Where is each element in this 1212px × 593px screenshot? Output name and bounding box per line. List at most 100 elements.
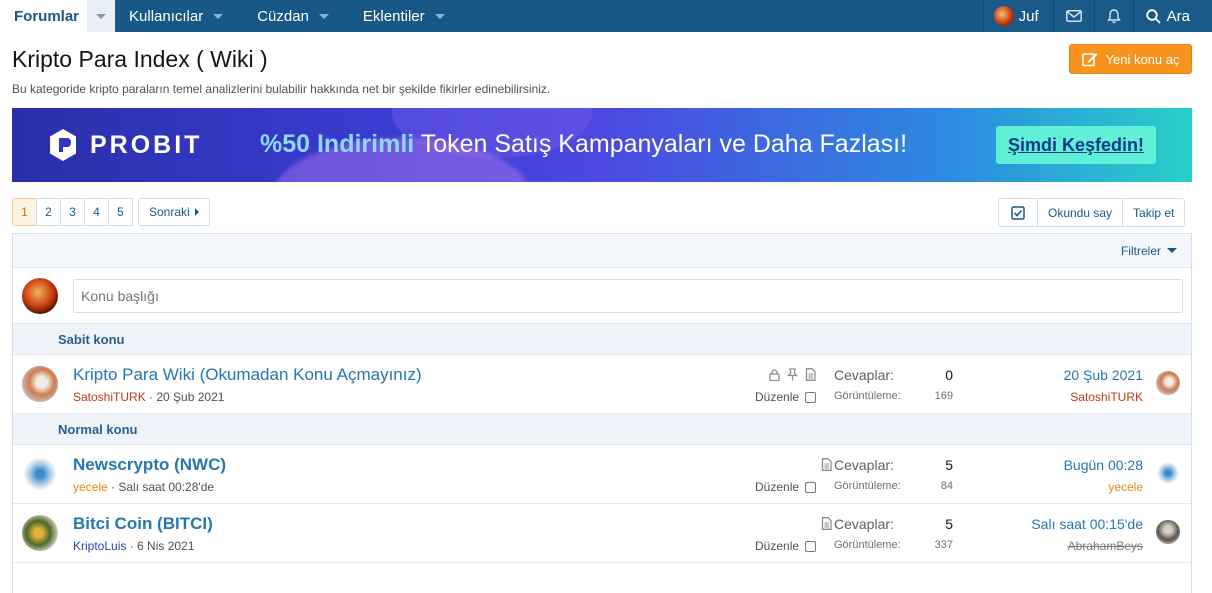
section-sticky: Sabit konu	[13, 324, 1191, 355]
envelope-icon	[1065, 10, 1082, 22]
page-link-5[interactable]: 5	[108, 198, 133, 226]
tab-eklentiler[interactable]: Eklentiler	[349, 0, 465, 32]
banner-headline-text: Token Satış Kampanyaları ve Daha Fazlası…	[414, 130, 908, 158]
filters-button[interactable]: Filtreler	[1121, 244, 1161, 258]
select-checkbox[interactable]	[805, 481, 817, 493]
select-checkbox[interactable]	[805, 540, 817, 552]
avatar[interactable]	[22, 515, 58, 551]
thread-meta: yecele · Salı saat 00:28'de	[73, 480, 214, 494]
thread-title-input[interactable]	[73, 278, 1183, 313]
edit-label: Düzenle	[755, 390, 800, 404]
username: Juf	[1018, 7, 1039, 25]
next-page-label: Sonraki	[149, 205, 190, 219]
search-button[interactable]: Ara	[1132, 0, 1212, 32]
new-thread-label: Yeni konu aç	[1105, 51, 1180, 67]
views-label: Görüntüleme:	[834, 539, 901, 551]
last-post-user[interactable]: AbrahamBeys	[1068, 539, 1143, 553]
chevron-down-icon[interactable]	[87, 0, 116, 32]
page-link-1[interactable]: 1	[12, 198, 37, 226]
search-icon	[1145, 8, 1161, 24]
avatar[interactable]	[1156, 461, 1180, 485]
avatar	[993, 6, 1014, 26]
last-post-date[interactable]: Salı saat 00:15'de	[1031, 516, 1143, 532]
views-count: 84	[940, 480, 953, 492]
tab-kullanicilar[interactable]: Kullanıcılar	[115, 0, 243, 32]
chevron-down-icon[interactable]	[309, 13, 339, 19]
lock-icon	[769, 369, 780, 381]
ad-banner[interactable]: PROBIT %50 Indirimli Token Satış Kampany…	[12, 108, 1192, 182]
section-normal: Normal konu	[13, 414, 1191, 445]
select-threads-button[interactable]	[999, 199, 1037, 226]
tab-forumlar[interactable]: Forumlar	[0, 0, 116, 32]
pagination: 1 2 3 4 5 Sonraki	[12, 198, 210, 226]
follow-button[interactable]: Takip et	[1122, 199, 1184, 226]
mark-read-button[interactable]: Okundu say	[1037, 199, 1122, 226]
search-label: Ara	[1166, 7, 1190, 25]
select-checkbox[interactable]	[805, 391, 817, 403]
page-link-2[interactable]: 2	[36, 198, 61, 226]
chevron-down-icon	[1167, 248, 1177, 253]
thread-title[interactable]: Kripto Para Wiki (Okumadan Konu Açmayını…	[73, 365, 422, 385]
banner-brand: PROBIT	[90, 130, 203, 159]
pin-icon	[787, 368, 798, 381]
tab-cuzdan[interactable]: Cüzdan	[243, 0, 349, 32]
tab-eklentiler-label: Eklentiler	[362, 7, 425, 25]
thread-status-icons	[768, 368, 817, 381]
alerts-button[interactable]	[1093, 0, 1133, 32]
chevron-down-icon[interactable]	[425, 13, 455, 19]
table-row: Newscrypto (NWC) yecele · Salı saat 00:2…	[13, 445, 1191, 504]
replies-label: Cevaplar:	[834, 516, 894, 532]
page-link-4[interactable]: 4	[84, 198, 109, 226]
thread-author[interactable]: yecele	[73, 480, 108, 494]
banner-headline: %50 Indirimli Token Satış Kampanyaları v…	[260, 130, 907, 159]
avatar[interactable]	[1156, 520, 1180, 544]
check-square-icon	[1011, 205, 1025, 220]
thread-author[interactable]: SatoshiTURK	[73, 390, 146, 404]
top-nav: Forumlar Kullanıcılar Cüzdan Eklentiler …	[0, 0, 1212, 32]
replies-count: 5	[945, 516, 953, 532]
chevron-right-icon	[194, 208, 199, 216]
views-label: Görüntüleme:	[834, 480, 901, 492]
views-count: 169	[934, 390, 953, 402]
next-page-button[interactable]: Sonraki	[138, 198, 210, 226]
last-post-user[interactable]: SatoshiTURK	[1070, 390, 1143, 404]
edit-label: Düzenle	[755, 539, 800, 553]
table-row: Bitci Coin (BITCI) KriptoLuis · 6 Nis 20…	[13, 504, 1191, 563]
thread-date: · 6 Nis 2021	[126, 539, 195, 553]
edit-toggle[interactable]: Düzenle	[755, 390, 817, 404]
banner-highlight: %50 Indirimli	[260, 130, 415, 158]
new-thread-button[interactable]: Yeni konu aç	[1069, 44, 1192, 74]
page-description: Bu kategoride kripto paraların temel ana…	[12, 82, 551, 96]
account-menu[interactable]: Juf	[982, 0, 1053, 32]
thread-status-icons	[820, 458, 833, 471]
replies-label: Cevaplar:	[834, 367, 894, 383]
chevron-down-icon[interactable]	[203, 13, 233, 19]
thread-list: Filtreler Sabit konu Kripto Para Wiki (O…	[12, 233, 1192, 593]
edit-label: Düzenle	[755, 480, 800, 494]
replies-count: 5	[945, 457, 953, 473]
thread-author[interactable]: KriptoLuis	[73, 539, 126, 553]
avatar[interactable]	[22, 366, 58, 402]
last-post-user[interactable]: yecele	[1108, 480, 1143, 494]
inbox-button[interactable]	[1052, 0, 1094, 32]
tab-cuzdan-label: Cüzdan	[257, 7, 309, 25]
page-title: Kripto Para Index ( Wiki )	[12, 46, 268, 72]
edit-toggle[interactable]: Düzenle	[755, 480, 817, 494]
views-count: 337	[934, 539, 953, 551]
views-label: Görüntüleme:	[834, 390, 901, 402]
quick-thread	[13, 268, 1191, 324]
avatar	[22, 277, 58, 314]
avatar[interactable]	[22, 456, 58, 492]
banner-cta[interactable]: Şimdi Keşfedin!	[996, 126, 1157, 164]
forum-tools: Okundu say Takip et	[998, 198, 1186, 227]
thread-title[interactable]: Newscrypto (NWC)	[73, 455, 226, 475]
avatar[interactable]	[1156, 371, 1180, 395]
page-link-3[interactable]: 3	[60, 198, 85, 226]
thread-title[interactable]: Bitci Coin (BITCI)	[73, 514, 213, 534]
last-post-date[interactable]: 20 Şub 2021	[1064, 367, 1143, 383]
bell-icon	[1106, 8, 1121, 23]
edit-toggle[interactable]: Düzenle	[755, 539, 817, 553]
replies-label: Cevaplar:	[834, 457, 894, 473]
table-row: Kripto Para Wiki (Okumadan Konu Açmayını…	[13, 355, 1191, 414]
last-post-date[interactable]: Bugün 00:28	[1064, 457, 1143, 473]
